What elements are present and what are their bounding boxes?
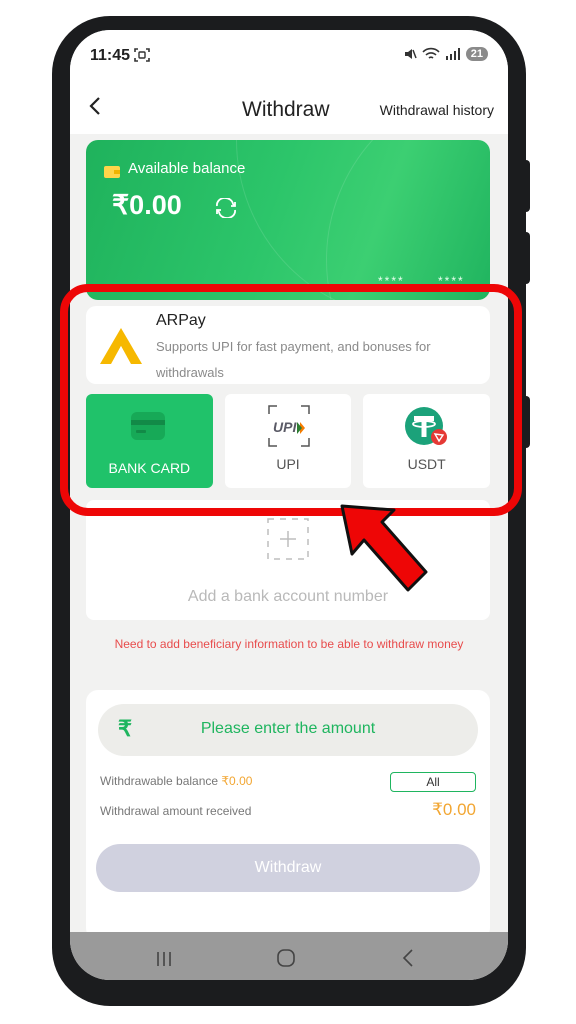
amount-section: ₹ Please enter the amount Withdrawable b…: [86, 690, 490, 940]
balance-card: Available balance ₹0.00 **** ****: [86, 140, 490, 300]
withdraw-button[interactable]: Withdraw: [96, 844, 480, 892]
status-bar: 11:45 21: [70, 30, 508, 78]
status-time: 11:45: [90, 47, 131, 64]
withdrawable-balance-row: Withdrawable balance ₹0.00: [100, 774, 252, 788]
nav-back-icon[interactable]: [400, 948, 416, 968]
system-nav-bar: [70, 932, 508, 980]
wifi-icon: [422, 47, 440, 59]
pointer-arrow-icon: [340, 504, 428, 592]
received-amount-value: ₹0.00: [432, 800, 476, 819]
volume-down-button: [520, 232, 530, 284]
available-balance-amount: ₹0.00: [112, 190, 182, 220]
received-amount-label: Withdrawal amount received: [100, 804, 252, 818]
amount-input[interactable]: ₹ Please enter the amount: [98, 704, 478, 756]
beneficiary-warning: Need to add beneficiary information to b…: [114, 637, 464, 651]
available-balance-label: Available balance: [128, 160, 246, 177]
page-header: Withdraw Withdrawal history: [70, 78, 508, 134]
mute-icon: [404, 49, 417, 59]
refresh-icon[interactable]: [214, 198, 238, 218]
withdrawal-history-link[interactable]: Withdrawal history: [380, 102, 494, 118]
recent-apps-icon[interactable]: [154, 950, 174, 968]
battery-indicator: 21: [465, 47, 488, 61]
add-icon: [267, 518, 309, 560]
home-icon[interactable]: [276, 948, 296, 968]
back-arrow-icon[interactable]: [84, 94, 108, 118]
status-icons: 21: [403, 47, 488, 61]
highlight-box: [60, 284, 522, 516]
screenshot-icon: [134, 48, 150, 62]
page-title: Withdraw: [242, 98, 330, 121]
withdrawable-balance-label: Withdrawable balance: [100, 774, 219, 788]
amount-placeholder: Please enter the amount: [200, 720, 376, 737]
withdrawable-balance-value: ₹0.00: [221, 774, 253, 788]
all-button[interactable]: All: [390, 772, 476, 792]
signal-icon: [445, 48, 460, 60]
volume-up-button: [520, 160, 530, 212]
wallet-icon: [104, 166, 120, 178]
